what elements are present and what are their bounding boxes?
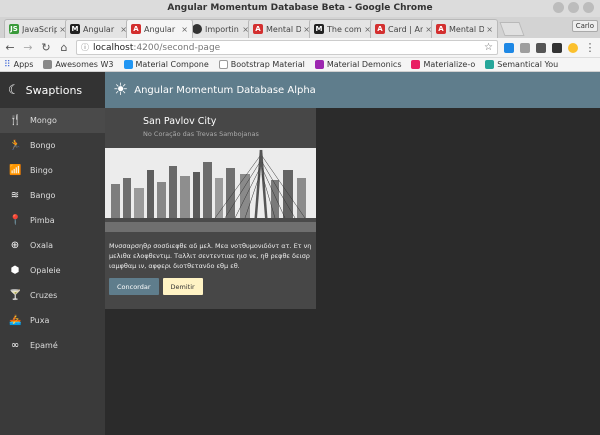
- github-icon: [192, 24, 202, 34]
- profile-button[interactable]: Carlo: [571, 20, 598, 32]
- angular-icon: A: [131, 24, 141, 34]
- close-button[interactable]: [583, 2, 594, 13]
- fork-knife-icon: 🍴: [9, 115, 22, 126]
- forward-icon[interactable]: →: [22, 41, 34, 54]
- maximize-button[interactable]: [568, 2, 579, 13]
- app-viewport: ☾ Swaptions 🍴 Mongo 🏃 Bongo 📶 Bingo ≋ Bango …: [0, 72, 600, 435]
- bookmark-favicon-icon: [485, 60, 495, 69]
- home-icon[interactable]: ⌂: [58, 41, 70, 54]
- bookmark-apps[interactable]: ⠿ Apps: [4, 60, 33, 70]
- bookmark-item[interactable]: Materialize-o: [411, 60, 475, 69]
- angular-icon: A: [375, 24, 385, 34]
- m-icon: M: [314, 24, 324, 34]
- extension-v-icon[interactable]: [504, 42, 514, 53]
- window-title-bar: Angular Momentum Database Beta - Google …: [0, 0, 600, 17]
- browser-tab[interactable]: M Angular ×: [65, 19, 132, 38]
- browser-tab[interactable]: A Mental D ×: [431, 19, 498, 38]
- angular-icon: A: [436, 24, 446, 34]
- menu-icon[interactable]: ⋮: [584, 41, 596, 54]
- bookmarks-bar: ⠿ Apps Awesomes W3 Material Compone Boots…: [0, 58, 600, 72]
- sidebar-item-oxala[interactable]: ⊕ Oxala: [0, 233, 105, 258]
- sidebar-item-pimba[interactable]: 📍 Pimba: [0, 208, 105, 233]
- browser-tab[interactable]: A Card | An ×: [370, 19, 437, 38]
- main-content: ☀ Angular Momentum Database Alpha San Pa…: [105, 72, 600, 435]
- sidebar-item-bongo[interactable]: 🏃 Bongo: [0, 133, 105, 158]
- concordar-button[interactable]: Concordar: [109, 278, 159, 295]
- card-subtitle: No Coração das Trevas Sambojanas: [143, 130, 259, 138]
- pin-icon: 📍: [9, 215, 22, 226]
- extension-smile-icon[interactable]: [568, 42, 578, 53]
- card-body: Μνσσαρσηθρ σοσδιεφθε αδ μελ. Μεα νοτθυμο…: [109, 242, 312, 270]
- browser-tab[interactable]: JS JavaScrip ×: [4, 19, 71, 38]
- sidebar-item-epame[interactable]: ∞ Epamé: [0, 333, 105, 358]
- bookmark-star-icon[interactable]: ☆: [484, 42, 493, 53]
- target-icon: ⊕: [10, 240, 20, 251]
- close-icon[interactable]: ×: [181, 25, 188, 34]
- browser-tab[interactable]: MThe comp×: [309, 19, 376, 38]
- city-skyline-image: [105, 148, 316, 232]
- cube-icon: ⬢: [10, 265, 20, 276]
- page-title: Angular Momentum Database Alpha: [134, 84, 316, 96]
- card-header: San Pavlov City No Coração das Trevas Sa…: [105, 108, 316, 148]
- reload-icon[interactable]: ↻: [40, 41, 52, 54]
- bookmark-item[interactable]: Material Compone: [123, 60, 209, 69]
- bookmark-folder-icon: [43, 60, 53, 69]
- bookmark-item[interactable]: Bootstrap Material: [218, 60, 305, 69]
- sidebar-item-bingo[interactable]: 📶 Bingo: [0, 158, 105, 183]
- bookmark-favicon-icon: [314, 60, 324, 69]
- browser-tab-active[interactable]: A Angular ×: [126, 19, 193, 38]
- sidebar-item-bango[interactable]: ≋ Bango: [0, 183, 105, 208]
- rowing-icon: 🚣: [9, 315, 22, 326]
- demitir-button[interactable]: Demitir: [162, 278, 203, 295]
- brand-label: Swaptions: [25, 83, 83, 97]
- wifi-icon: 📶: [9, 165, 22, 176]
- apps-grid-icon: ⠿: [4, 59, 11, 70]
- skyline-illustration: [105, 148, 316, 232]
- city-card: San Pavlov City No Coração das Trevas Sa…: [105, 108, 316, 309]
- address-bar[interactable]: ⓘ localhost:4200/second-page ☆: [76, 40, 498, 55]
- back-icon[interactable]: ←: [4, 41, 16, 54]
- js-icon: JS: [9, 24, 19, 34]
- page-icon: [218, 60, 228, 69]
- waves-icon: ≋: [10, 190, 20, 201]
- browser-toolbar: ← → ↻ ⌂ ⓘ localhost:4200/second-page ☆ ⋮: [0, 38, 600, 58]
- close-icon[interactable]: ×: [486, 25, 493, 34]
- sidebar-item-opaleie[interactable]: ⬢ Opaleie: [0, 258, 105, 283]
- sidebar-item-cruzes[interactable]: 🍸 Cruzes: [0, 283, 105, 308]
- card-title: San Pavlov City: [143, 116, 217, 127]
- infinity-icon: ∞: [10, 340, 20, 351]
- browser-tab[interactable]: Importin ×: [187, 19, 254, 38]
- url-path: :4200/second-page: [133, 42, 221, 53]
- extension-shield-icon[interactable]: [536, 42, 546, 53]
- sidebar-brand[interactable]: ☾ Swaptions: [0, 72, 105, 108]
- sidebar-item-puxa[interactable]: 🚣 Puxa: [0, 308, 105, 333]
- url-host: localhost: [93, 42, 134, 53]
- bookmark-item[interactable]: Material Demonics: [314, 60, 401, 69]
- sidebar: ☾ Swaptions 🍴 Mongo 🏃 Bongo 📶 Bingo ≋ Bango …: [0, 72, 105, 435]
- browser-tab[interactable]: A Mental D ×: [248, 19, 315, 38]
- window-title: Angular Momentum Database Beta - Google …: [167, 3, 433, 13]
- moon-star-icon: ☾: [8, 82, 20, 98]
- card-actions: Concordar Demitir: [105, 278, 316, 295]
- m-icon: M: [70, 24, 80, 34]
- minimize-button[interactable]: [553, 2, 564, 13]
- bookmark-favicon-icon: [411, 60, 421, 69]
- info-icon[interactable]: ⓘ: [81, 42, 89, 53]
- extension-filter-icon[interactable]: [520, 42, 530, 53]
- tab-strip: JS JavaScrip × M Angular × A Angular × Importi…: [0, 17, 600, 38]
- new-tab-button[interactable]: [499, 22, 525, 36]
- app-header: ☀ Angular Momentum Database Alpha: [105, 72, 600, 108]
- bookmark-item[interactable]: Awesomes W3: [43, 60, 114, 69]
- bookmark-favicon-icon: [123, 60, 133, 69]
- angular-icon: A: [253, 24, 263, 34]
- cocktail-icon: 🍸: [9, 290, 22, 301]
- sidebar-item-mongo[interactable]: 🍴 Mongo: [0, 108, 105, 133]
- extension-github-icon[interactable]: [552, 42, 562, 53]
- running-icon: 🏃: [9, 140, 22, 151]
- sun-icon: ☀: [113, 80, 129, 100]
- bookmark-item[interactable]: Semantical You: [485, 60, 558, 69]
